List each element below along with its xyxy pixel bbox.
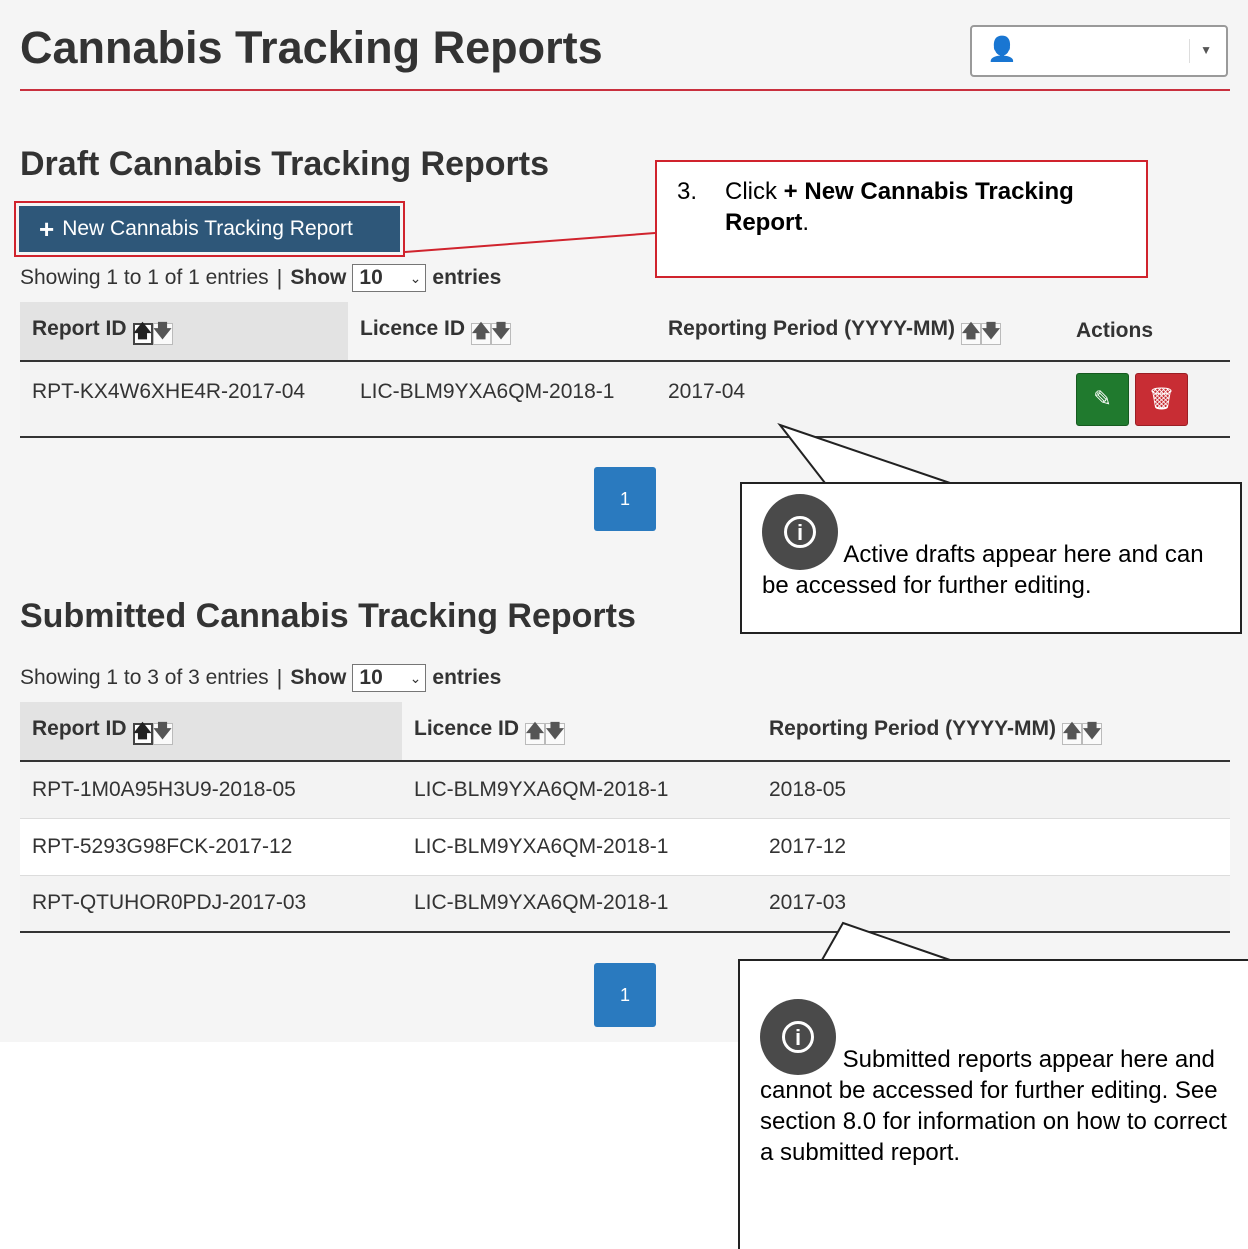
step-prefix: Click	[725, 178, 784, 205]
step-callout: 3. Click + New Cannabis Tracking Report.	[655, 160, 1148, 278]
info-icon: i	[760, 999, 836, 1075]
drafts-callout-pointer	[777, 422, 951, 484]
submitted-note: Submitted reports appear here and cannot…	[760, 1046, 1227, 1166]
info-icon: i	[762, 494, 838, 570]
drafts-info-callout: i Active drafts appear here and can be a…	[740, 482, 1242, 634]
submitted-callout-pointer	[820, 921, 951, 961]
step-connector-line	[404, 232, 656, 253]
step-instruction: Click + New Cannabis Tracking Report.	[725, 176, 1135, 238]
step-suffix: .	[802, 209, 810, 236]
step-number: 3.	[677, 178, 698, 205]
submitted-info-callout: i Submitted reports appear here and cann…	[738, 959, 1248, 1249]
